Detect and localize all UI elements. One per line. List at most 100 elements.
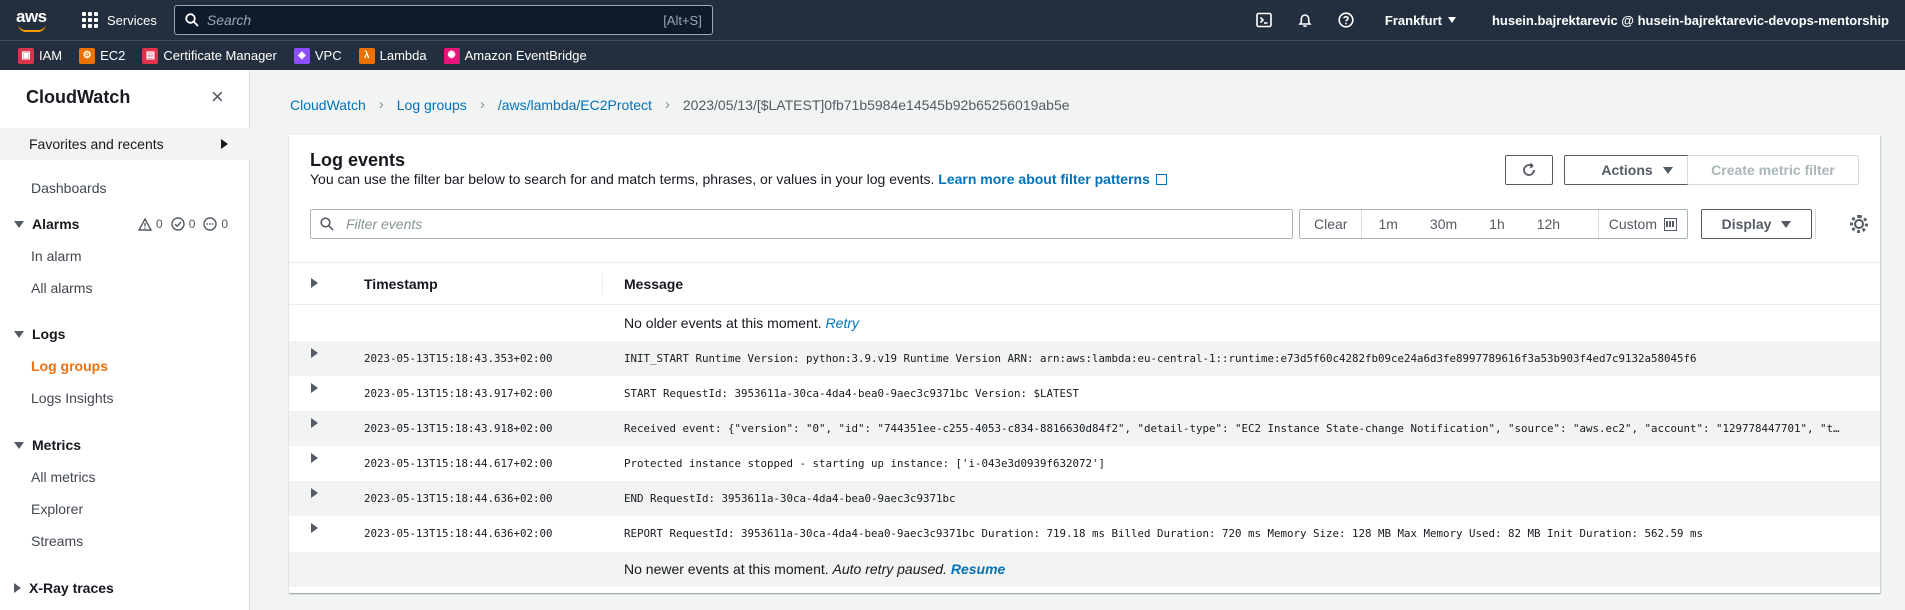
table-row[interactable]: 2023-05-13T15:18:44.636+02:00 END Reques… [289, 481, 1880, 516]
time-1m-button[interactable]: 1m [1362, 210, 1413, 238]
expand-row-icon[interactable] [311, 488, 318, 498]
row-timestamp: 2023-05-13T15:18:43.918+02:00 [364, 422, 553, 435]
aws-smile-icon [18, 24, 46, 32]
create-metric-filter-label: Create metric filter [1711, 162, 1835, 178]
favorite-iam[interactable]: ▣ IAM [18, 47, 63, 64]
caret-right-icon [221, 139, 228, 149]
row-timestamp: 2023-05-13T15:18:44.617+02:00 [364, 457, 553, 470]
caret-down-icon [14, 330, 24, 338]
time-12h-button[interactable]: 12h [1521, 210, 1576, 238]
sidebar-section-metrics[interactable]: Metrics [14, 437, 81, 453]
column-timestamp[interactable]: Timestamp [364, 276, 438, 292]
row-message: END RequestId: 3953611a-30ca-4da4-bea0-9… [624, 492, 956, 505]
row-message: INIT_START Runtime Version: python:3.9.v… [624, 352, 1697, 365]
create-metric-filter-button[interactable]: Create metric filter [1687, 155, 1859, 185]
notifications-bell-icon[interactable] [1296, 11, 1314, 29]
row-message: REPORT RequestId: 3953611a-30ca-4da4-bea… [624, 527, 1704, 540]
row-timestamp: 2023-05-13T15:18:43.353+02:00 [364, 352, 553, 365]
cloudshell-icon[interactable] [1255, 11, 1273, 29]
favorites-and-recents[interactable]: Favorites and recents [0, 128, 250, 160]
expand-all-icon[interactable] [311, 278, 318, 288]
sidebar-section-xray[interactable]: X-Ray traces [14, 580, 114, 596]
retry-link[interactable]: Retry [826, 315, 859, 331]
sidebar-item-all-alarms[interactable]: All alarms [31, 280, 92, 296]
panel-description: You can use the filter bar below to sear… [310, 171, 1167, 187]
aws-logo[interactable]: aws [16, 6, 50, 34]
no-newer-events-text: No newer events at this moment. Auto ret… [624, 561, 1005, 577]
sidebar-item-in-alarm[interactable]: In alarm [31, 248, 82, 264]
caret-down-icon [14, 441, 24, 449]
sidebar-section-logs[interactable]: Logs [14, 326, 65, 342]
expand-row-icon[interactable] [311, 453, 318, 463]
account-menu[interactable]: husein.bajrektarevic @ husein-bajrektare… [1492, 13, 1889, 28]
favorites-and-recents-label: Favorites and recents [29, 136, 164, 152]
expand-row-icon[interactable] [311, 348, 318, 358]
time-custom-button[interactable]: Custom [1597, 210, 1687, 238]
notice-text: No older events at this moment. [624, 315, 822, 331]
filter-events-input[interactable]: Filter events [310, 209, 1293, 239]
learn-more-link[interactable]: Learn more about filter patterns [938, 171, 1167, 187]
gear-icon[interactable] [1850, 215, 1868, 233]
expand-row-icon[interactable] [311, 383, 318, 393]
chevron-down-icon [1447, 17, 1456, 23]
favorite-vpc[interactable]: ◈ VPC [293, 47, 342, 64]
column-message[interactable]: Message [624, 276, 683, 292]
time-clear-button[interactable]: Clear [1300, 210, 1363, 238]
chevron-right-icon: › [664, 96, 670, 113]
time-30m-button[interactable]: 30m [1414, 210, 1473, 238]
iam-icon: ▣ [18, 47, 34, 64]
table-row[interactable]: 2023-05-13T15:18:44.636+02:00 REPORT Req… [289, 516, 1880, 551]
refresh-button[interactable] [1505, 155, 1553, 185]
certificate-manager-icon: ▤ [142, 47, 159, 64]
lambda-icon: λ [358, 47, 375, 64]
eventbridge-icon: ✺ [443, 47, 460, 64]
caret-down-icon [1781, 220, 1792, 228]
services-label: Services [107, 12, 157, 28]
warning-icon [138, 217, 152, 231]
expand-row-icon[interactable] [311, 523, 318, 533]
table-row[interactable]: 2023-05-13T15:18:43.918+02:00 Received e… [289, 411, 1880, 446]
filter-placeholder: Filter events [346, 216, 423, 232]
global-search-input[interactable]: Search [Alt+S] [173, 5, 713, 35]
sidebar-item-log-groups[interactable]: Log groups [31, 358, 108, 374]
table-row[interactable]: 2023-05-13T15:18:44.617+02:00 Protected … [289, 446, 1880, 481]
alarm-count-ok: 0 [170, 217, 195, 231]
breadcrumb-log-group[interactable]: /aws/lambda/EC2Protect [498, 97, 652, 113]
favorite-eventbridge[interactable]: ✺ Amazon EventBridge [443, 47, 587, 64]
close-icon[interactable]: × [211, 86, 224, 108]
search-icon [185, 13, 199, 27]
region-label: Frankfurt [1384, 12, 1442, 28]
table-row[interactable]: 2023-05-13T15:18:43.353+02:00 INIT_START… [289, 341, 1880, 376]
favorite-certificate-manager[interactable]: ▤ Certificate Manager [142, 47, 277, 64]
sidebar-title[interactable]: CloudWatch [26, 87, 130, 108]
section-label: Alarms [32, 216, 80, 232]
table-row[interactable]: 2023-05-13T15:18:43.917+02:00 START Requ… [289, 376, 1880, 411]
region-selector[interactable]: Frankfurt [1385, 13, 1456, 28]
favorite-lambda[interactable]: λ Lambda [358, 47, 427, 64]
resume-link[interactable]: Resume [951, 561, 1005, 577]
nav-right: Frankfurt husein.bajrektarevic @ husein-… [1255, 0, 1905, 40]
sidebar-item-logs-insights[interactable]: Logs Insights [31, 390, 114, 406]
row-message: Protected instance stopped - starting up… [624, 457, 1106, 470]
sidebar-section-alarms[interactable]: Alarms [14, 216, 79, 232]
sidebar-item-explorer[interactable]: Explorer [31, 501, 83, 517]
actions-label: Actions [1601, 162, 1653, 178]
breadcrumb-log-groups[interactable]: Log groups [397, 97, 467, 113]
external-link-icon [1155, 174, 1167, 185]
favorite-ec2[interactable]: ⚙ EC2 [79, 47, 125, 64]
help-icon[interactable] [1337, 11, 1355, 29]
sidebar-item-all-metrics[interactable]: All metrics [31, 469, 96, 485]
count: 0 [156, 217, 163, 231]
sidebar-item-streams[interactable]: Streams [31, 533, 83, 549]
section-label: Metrics [32, 437, 82, 453]
breadcrumb-cloudwatch[interactable]: CloudWatch [290, 97, 366, 113]
top-navigation: aws Services Search [Alt+S] Frankfurt hu… [0, 0, 1905, 40]
services-menu-button[interactable]: Services [82, 12, 157, 28]
display-button[interactable]: Display [1701, 209, 1812, 239]
description-text: You can use the filter bar below to sear… [310, 171, 935, 187]
time-1h-button[interactable]: 1h [1473, 210, 1521, 238]
learn-more-label: Learn more about filter patterns [938, 171, 1150, 187]
expand-row-icon[interactable] [311, 418, 318, 428]
favorite-label: IAM [39, 48, 63, 63]
sidebar-item-dashboards[interactable]: Dashboards [31, 180, 107, 196]
